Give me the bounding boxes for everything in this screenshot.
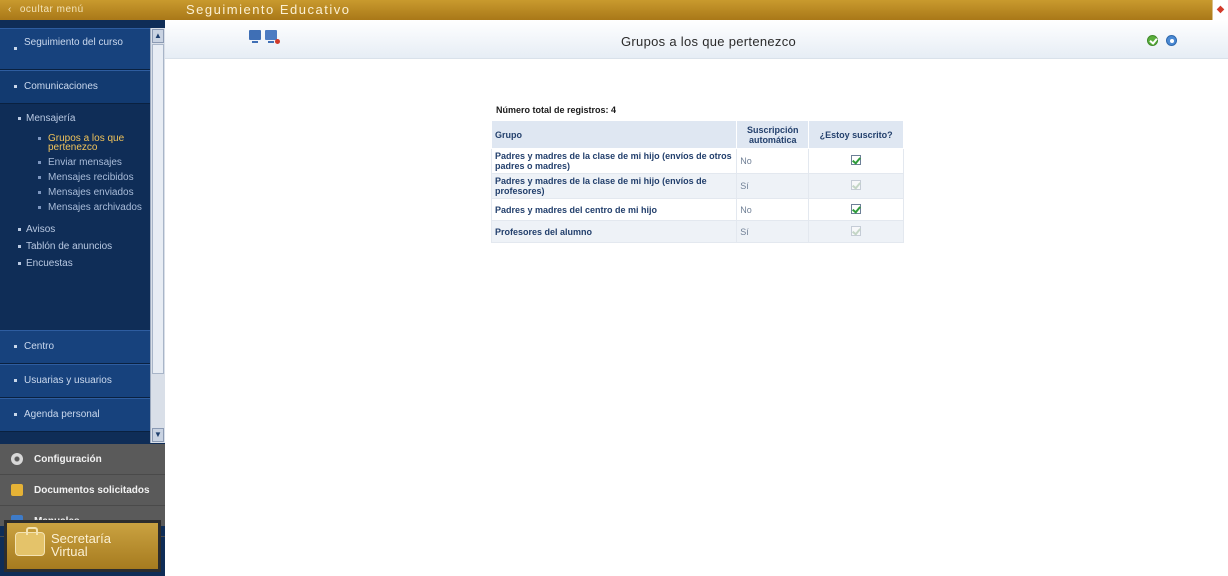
column-header-suscripcion[interactable]: Suscripción automática (736, 120, 810, 149)
sidebar-section-usuarios[interactable]: Usuarias y usuarios (0, 364, 150, 398)
table-row: Profesores del alumno Sí (490, 220, 904, 243)
close-icon[interactable]: ◆ (1212, 0, 1228, 20)
subscribed-checkbox (851, 180, 862, 190)
gear-icon (11, 453, 23, 466)
sidebar-section-agenda[interactable]: Agenda personal (0, 398, 150, 432)
sidebar: Seguimiento del curso Comunicaciones Men… (0, 20, 165, 576)
sidebar-item-label: Enviar mensajes (48, 157, 122, 168)
top-bar: ‹ ocultar menú Seguimiento Educativo ◆ (0, 0, 1228, 20)
sidebar-item-label: Grupos a los que pertenezco (48, 133, 125, 153)
sidebar-section-label: Comunicaciones (24, 81, 98, 92)
column-header-suscrito[interactable]: ¿Estoy suscrito? (808, 120, 904, 149)
sidebar-item-mensajes-enviados[interactable]: Mensajes enviados (0, 185, 150, 200)
auto-subscription: Sí (736, 173, 810, 199)
secretaria-virtual-label: Secretaría Virtual (51, 532, 111, 558)
record-count: Número total de registros: 4 (496, 105, 617, 115)
sidebar-item-mensajes-recibidos[interactable]: Mensajes recibidos (0, 170, 150, 185)
comunicaciones-submenu: Mensajería Grupos a los que pertenezco E… (0, 104, 150, 330)
computer-remove-icon[interactable] (265, 30, 280, 44)
configuracion-button[interactable]: Configuración (0, 444, 165, 475)
secretaria-virtual-button[interactable]: Secretaría Virtual (4, 520, 161, 572)
group-name: Padres y madres del centro de mi hijo (490, 198, 738, 221)
table-row: Padres y madres de la clase de mi hijo (… (490, 148, 904, 174)
sidebar-item-enviar-mensajes[interactable]: Enviar mensajes (0, 155, 150, 170)
back-icon[interactable] (1166, 35, 1177, 46)
scroll-up-icon[interactable]: ▲ (152, 29, 164, 43)
accept-icon[interactable] (1147, 35, 1158, 46)
bottom-menu-label: Documentos solicitados (34, 485, 150, 496)
group-name: Profesores del alumno (490, 220, 738, 243)
auto-subscription: No (736, 148, 810, 174)
auto-subscription: No (736, 198, 810, 221)
sidebar-item-avisos[interactable]: Avisos (0, 221, 150, 238)
bottom-menu: Configuración Documentos solicitados Man… (0, 444, 165, 537)
groups-table: Grupo Suscripción automática ¿Estoy susc… (490, 120, 904, 243)
app-title: Seguimiento Educativo (186, 2, 351, 17)
secretaria-line2: Virtual (51, 544, 88, 559)
group-name: Padres y madres de la clase de mi hijo (… (490, 173, 738, 199)
subscribed-checkbox[interactable] (851, 203, 862, 214)
sidebar-item-mensajes-archivados[interactable]: Mensajes archivados (0, 200, 150, 215)
sidebar-item-encuestas[interactable]: Encuestas (0, 255, 150, 272)
bottom-menu-label: Configuración (34, 454, 102, 465)
page-title: Grupos a los que pertenezco (621, 34, 797, 49)
sidebar-section-label: Usuarias y usuarios (24, 375, 112, 386)
sidebar-item-label: Mensajes enviados (48, 187, 134, 198)
sidebar-section-seguimiento[interactable]: Seguimiento del curso (0, 28, 150, 70)
sidebar-item-grupos[interactable]: Grupos a los que pertenezco (0, 131, 150, 155)
sidebar-item-tablon[interactable]: Tablón de anuncios (0, 238, 150, 255)
sidebar-item-label: Avisos (26, 224, 56, 235)
sidebar-scrollbar[interactable]: ▲ ▼ (150, 28, 165, 443)
table-row: Padres y madres de la clase de mi hijo (… (490, 173, 904, 199)
scroll-thumb[interactable] (152, 44, 164, 374)
table-row: Padres y madres del centro de mi hijo No (490, 198, 904, 221)
sidebar-item-mensajeria[interactable]: Mensajería (0, 110, 150, 127)
documentos-solicitados-button[interactable]: Documentos solicitados (0, 475, 165, 506)
column-header-grupo[interactable]: Grupo (490, 120, 738, 149)
sidebar-section-label: Agenda personal (24, 409, 100, 420)
folder-icon (11, 484, 23, 497)
sidebar-section-comunicaciones[interactable]: Comunicaciones (0, 70, 150, 104)
chevron-left-icon: ‹ (8, 4, 12, 15)
sidebar-item-label: Mensajería (26, 113, 76, 124)
subscribed-checkbox (851, 225, 862, 236)
sidebar-item-label: Mensajes recibidos (48, 172, 134, 183)
sidebar-section-centro[interactable]: Centro (0, 330, 150, 364)
subscribed-checkbox[interactable] (851, 155, 862, 165)
sidebar-item-label: Mensajes archivados (48, 202, 142, 213)
sidebar-section-label: Centro (24, 341, 55, 352)
group-name: Padres y madres de la clase de mi hijo (… (490, 148, 738, 174)
sidebar-nav: Seguimiento del curso Comunicaciones Men… (0, 28, 165, 443)
sidebar-section-label: Seguimiento del curso (24, 37, 123, 48)
scroll-down-icon[interactable]: ▼ (152, 428, 164, 442)
hide-menu-label: ocultar menú (19, 4, 84, 15)
briefcase-icon (15, 527, 45, 556)
auto-subscription: Sí (736, 220, 810, 243)
computer-icon[interactable] (249, 30, 261, 43)
table-header-row: Grupo Suscripción automática ¿Estoy susc… (490, 120, 904, 149)
main-toolbar: Grupos a los que pertenezco (165, 20, 1228, 60)
sidebar-item-label: Encuestas (26, 258, 73, 269)
sidebar-item-label: Tablón de anuncios (26, 241, 113, 252)
hide-menu-button[interactable]: ‹ ocultar menú (0, 0, 165, 20)
